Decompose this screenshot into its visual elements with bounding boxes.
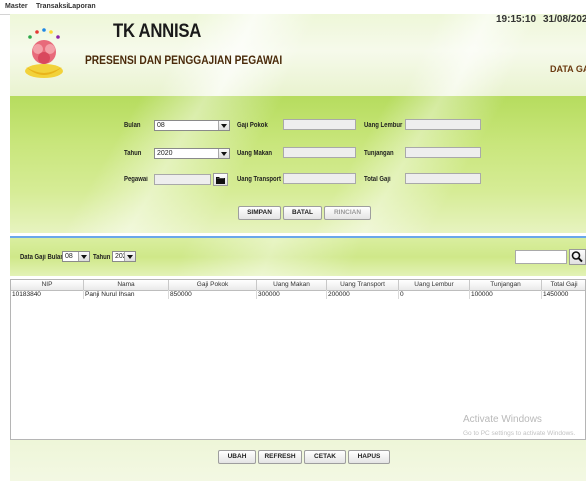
tahun-label: Tahun [124,150,142,157]
menu-laporan[interactable]: Laporan [68,3,96,10]
cell-uang-lembur: 0 [399,290,470,299]
clock-time: 19:15:10 [496,14,537,25]
ubah-button[interactable]: UBAH [218,450,256,464]
col-tunjangan[interactable]: Tunjangan [470,280,542,290]
uang-lembur-label: Uang Lembur [364,122,403,129]
cell-total-gaji: 1450000 [542,290,585,299]
folder-icon [216,177,225,184]
cetak-button[interactable]: CETAK [304,450,346,464]
col-gaji-pokok[interactable]: Gaji Pokok [169,280,257,290]
filter-tahun-label: Tahun [93,254,111,261]
tahun-value: 2020 [157,150,173,157]
simpan-button[interactable]: SIMPAN [238,206,281,220]
chevron-down-icon[interactable] [78,252,89,261]
col-total-gaji[interactable]: Total Gaji [542,280,585,290]
menu-bar: Master Transaksi Laporan [0,0,586,15]
uang-transport-field[interactable] [283,173,356,184]
menu-transaksi[interactable]: Transaksi [36,3,68,10]
menu-master[interactable]: Master [5,3,28,10]
filter-tahun-select[interactable]: 2020 [112,251,136,262]
school-logo-icon [25,28,63,78]
col-nip[interactable]: NIP [11,280,84,290]
header-banner: TK ANNISA PRESENSI DAN PENGGAJIAN PEGAWA… [10,14,586,96]
rincian-button[interactable]: RINCIAN [324,206,371,220]
chevron-down-icon[interactable] [124,252,135,261]
pegawai-field[interactable] [154,174,211,185]
total-gaji-label: Total Gaji [364,176,391,183]
app-subtitle: PRESENSI DAN PENGGAJIAN PEGAWAI [85,53,283,67]
filter-bulan-value: 08 [65,253,73,260]
col-uang-lembur[interactable]: Uang Lembur [399,280,470,290]
col-nama[interactable]: Nama [84,280,169,290]
filter-bulan-label: Data Gaji Bulan [20,254,64,261]
col-uang-transport[interactable]: Uang Transport [327,280,399,290]
cell-uang-transport: 200000 [327,290,399,299]
school-name: TK ANNISA [113,21,202,42]
tahun-select[interactable]: 2020 [154,148,230,159]
bulan-label: Bulan [124,122,141,129]
search-button[interactable] [569,249,586,265]
activate-windows-title: Activate Windows [463,414,542,425]
chevron-down-icon[interactable] [218,149,229,158]
table-row[interactable]: 10183840 Panji Nurul Ihsan 850000 300000… [11,290,585,299]
uang-makan-label: Uang Makan [237,150,273,157]
cell-tunjangan: 100000 [470,290,542,299]
cell-nip: 10183840 [11,290,84,299]
filter-bulan-select[interactable]: 08 [62,251,90,262]
cell-uang-makan: 300000 [257,290,327,299]
cell-gaji-pokok: 850000 [169,290,257,299]
col-uang-makan[interactable]: Uang Makan [257,280,327,290]
gaji-pokok-field[interactable] [283,119,356,130]
hapus-button[interactable]: HAPUS [348,450,390,464]
uang-transport-label: Uang Transport [237,176,281,183]
search-input[interactable] [515,250,567,264]
search-icon [571,251,583,263]
page-title: DATA GAJ [550,64,586,74]
tunjangan-field[interactable] [405,147,481,158]
uang-makan-field[interactable] [283,147,356,158]
cell-nama: Panji Nurul Ihsan [84,290,169,299]
clock-date: 31/08/202 [543,14,586,25]
gaji-pokok-label: Gaji Pokok [237,122,268,129]
batal-button[interactable]: BATAL [283,206,322,220]
bulan-select[interactable]: 08 [154,120,230,131]
total-gaji-field[interactable] [405,173,481,184]
refresh-button[interactable]: REFRESH [258,450,302,464]
chevron-down-icon[interactable] [218,121,229,130]
uang-lembur-field[interactable] [405,119,481,130]
browse-pegawai-button[interactable] [213,173,228,186]
pegawai-label: Pegawai [124,176,148,183]
bulan-value: 08 [157,122,165,129]
tunjangan-label: Tunjangan [364,150,394,157]
activate-windows-subtitle: Go to PC settings to activate Windows. [463,430,576,437]
